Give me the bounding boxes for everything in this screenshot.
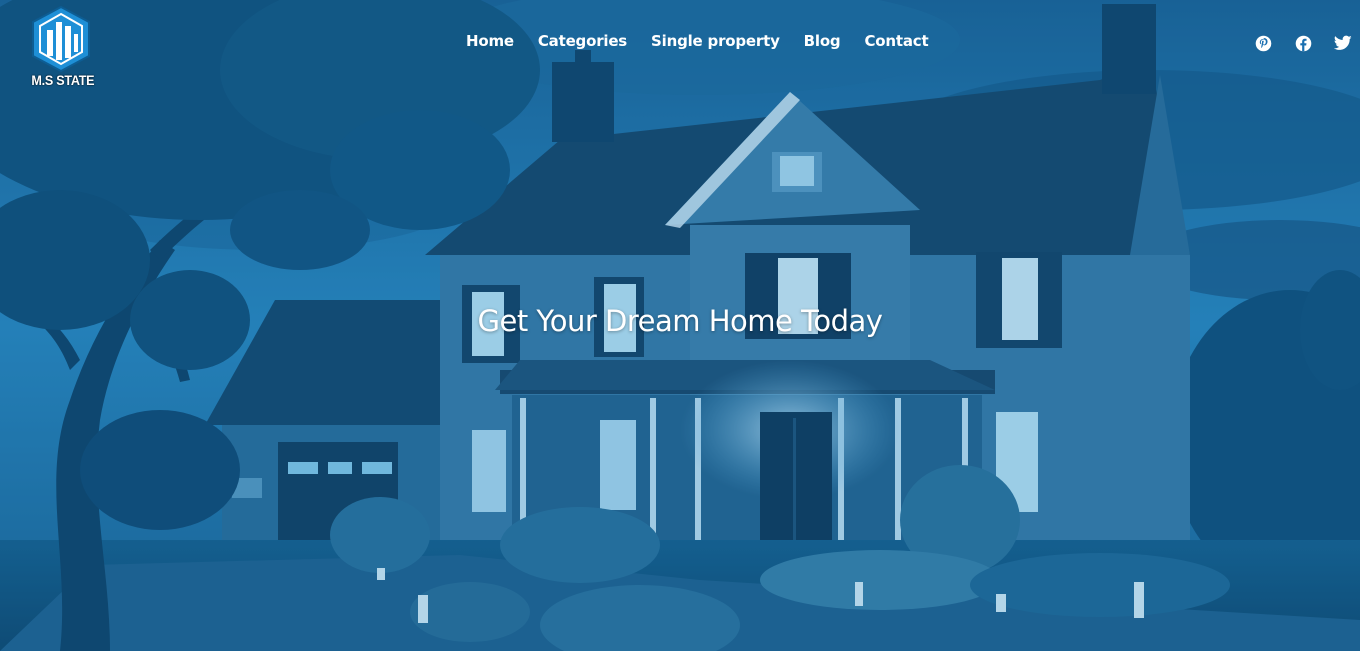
hero-headline: Get Your Dream Home Today: [477, 304, 883, 338]
building-hexagon-logo-icon: [32, 6, 90, 72]
pinterest-icon: [1255, 35, 1271, 51]
brand-name: M.S STATE: [31, 72, 95, 88]
nav-link-contact[interactable]: Contact: [864, 32, 928, 50]
brand-logo[interactable]: M.S STATE: [28, 6, 96, 92]
facebook-link[interactable]: [1294, 34, 1312, 52]
facebook-icon: [1295, 35, 1311, 51]
nav-link-single-property[interactable]: Single property: [651, 32, 780, 50]
nav-link-home[interactable]: Home: [466, 32, 514, 50]
nav-link-categories[interactable]: Categories: [538, 32, 627, 50]
pinterest-link[interactable]: [1254, 34, 1272, 52]
twitter-link[interactable]: [1334, 34, 1352, 52]
social-links: [1254, 34, 1352, 52]
hero-section: M.S STATE Home Categories Single propert…: [0, 0, 1360, 651]
nav-link-blog[interactable]: Blog: [804, 32, 841, 50]
twitter-icon: [1334, 35, 1352, 50]
